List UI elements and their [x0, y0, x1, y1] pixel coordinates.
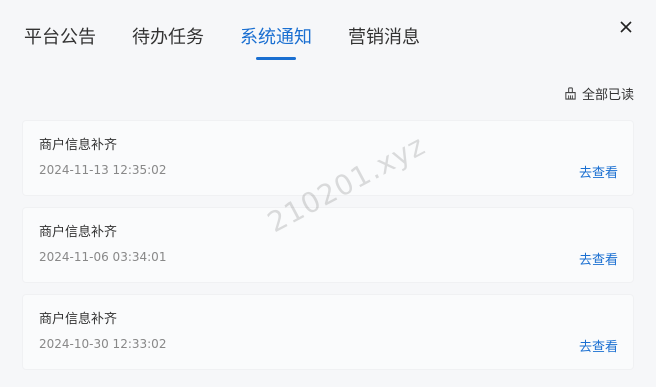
view-link[interactable]: 去查看: [579, 162, 618, 181]
notification-list: 商户信息补齐 2024-11-13 12:35:02 去查看 商户信息补齐 20…: [22, 120, 634, 381]
broom-icon: [565, 87, 576, 100]
notification-title: 商户信息补齐: [39, 138, 118, 153]
tab-system-notifications[interactable]: 系统通知: [240, 26, 312, 66]
close-icon[interactable]: [616, 18, 636, 38]
notification-time: 2024-10-30 12:33:02: [39, 337, 167, 351]
close-icon-glyph: [620, 21, 632, 33]
tab-todo-tasks[interactable]: 待办任务: [132, 26, 204, 66]
notification-panel: 平台公告 待办任务 系统通知 营销消息 全部已读 商户信息补齐 2024-11-…: [0, 0, 656, 387]
notification-title: 商户信息补齐: [39, 225, 118, 240]
tab-label: 系统通知: [240, 27, 312, 48]
view-link[interactable]: 去查看: [579, 336, 618, 355]
tab-platform-announcements[interactable]: 平台公告: [24, 26, 96, 66]
notification-item: 商户信息补齐 2024-11-13 12:35:02 去查看: [22, 120, 634, 196]
mark-all-read-label: 全部已读: [581, 88, 634, 103]
notification-title: 商户信息补齐: [39, 312, 118, 327]
tab-label: 待办任务: [132, 27, 204, 48]
tab-marketing-messages[interactable]: 营销消息: [348, 26, 420, 66]
tab-bar: 平台公告 待办任务 系统通知 营销消息: [24, 26, 456, 66]
notification-time: 2024-11-13 12:35:02: [39, 163, 167, 177]
mark-all-read-button[interactable]: 全部已读: [564, 84, 634, 103]
tab-label: 营销消息: [348, 27, 420, 48]
notification-item: 商户信息补齐 2024-10-30 12:33:02 去查看: [22, 294, 634, 370]
view-link[interactable]: 去查看: [579, 249, 618, 268]
notification-item: 商户信息补齐 2024-11-06 03:34:01 去查看: [22, 207, 634, 283]
tab-label: 平台公告: [24, 27, 96, 48]
notification-time: 2024-11-06 03:34:01: [39, 250, 167, 264]
tab-underline: [256, 57, 296, 60]
